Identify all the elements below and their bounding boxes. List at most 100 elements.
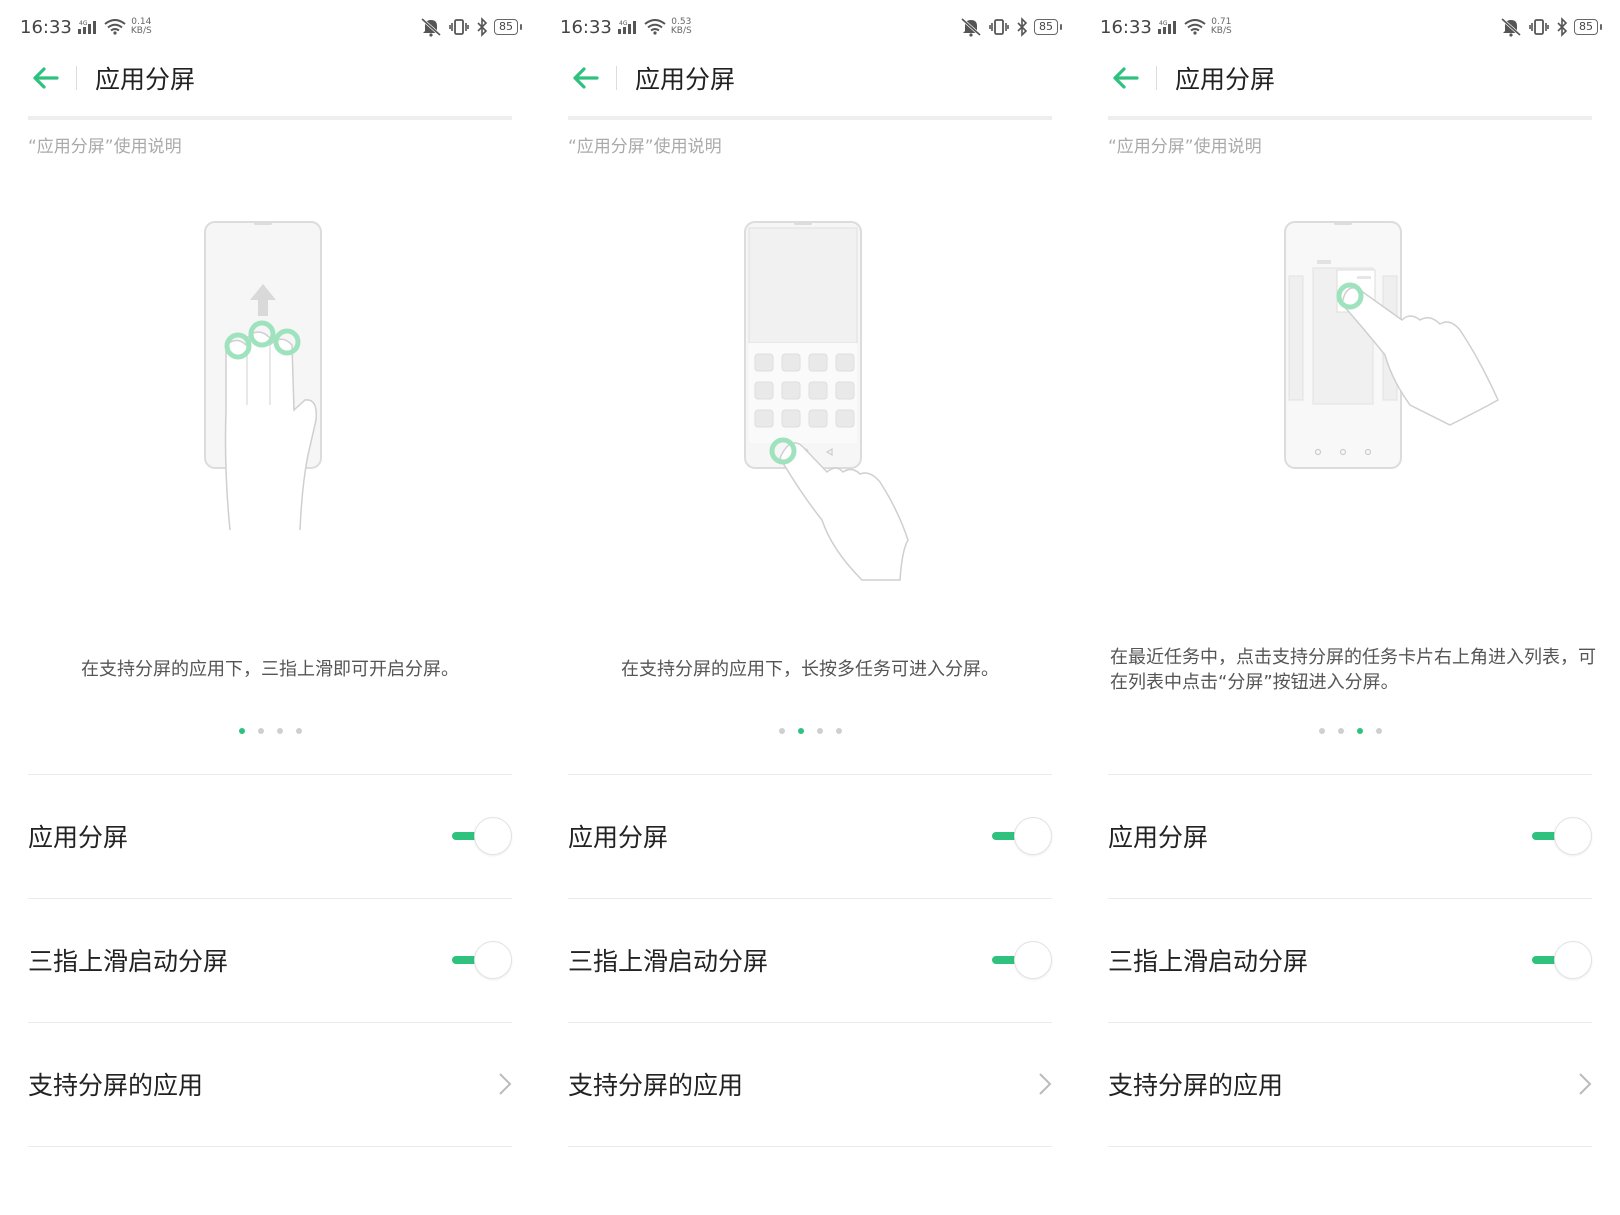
- supported-apps-row[interactable]: 支持分屏的应用: [1108, 1024, 1592, 1144]
- page-dot: [276, 728, 283, 734]
- setting-label: 三指上滑启动分屏: [568, 947, 769, 976]
- app-header: 应用分屏: [1108, 58, 1592, 98]
- page-dot: [1337, 728, 1344, 734]
- page-title: 应用分屏: [1175, 65, 1276, 94]
- supported-apps-row[interactable]: 支持分屏的应用: [568, 1024, 1052, 1144]
- bluetooth-icon: [1557, 17, 1568, 37]
- section-divider: [568, 1022, 1052, 1023]
- section-divider: [28, 1146, 512, 1147]
- header-separator: [1108, 116, 1592, 120]
- page-indicator: [1080, 728, 1620, 734]
- setting-label: 三指上滑启动分屏: [1108, 947, 1309, 976]
- bluetooth-icon: [477, 17, 488, 37]
- back-button[interactable]: [28, 61, 62, 95]
- signal-icon: 4G: [1157, 20, 1176, 34]
- phone-screen-3: 16:33 4G 0.71 KB/S 85 应用分屏 “应用分屏”使用说明 在最…: [1080, 0, 1620, 1215]
- three-finger-toggle[interactable]: [1530, 941, 1592, 979]
- tutorial-caption: 在支持分屏的应用下，长按多任务可进入分屏。: [621, 659, 999, 680]
- status-bar: 16:33 4G 0.53 KB/S 85: [560, 14, 1062, 40]
- three-finger-setting[interactable]: 三指上滑启动分屏: [1108, 900, 1592, 1020]
- status-bar: 16:33 4G 0.71 KB/S 85: [1100, 14, 1602, 40]
- page-dot: [797, 728, 804, 734]
- three-finger-toggle[interactable]: [990, 941, 1052, 979]
- split-screen-toggle[interactable]: [1530, 817, 1592, 855]
- status-time: 16:33: [560, 16, 612, 38]
- three-finger-setting[interactable]: 三指上滑启动分屏: [568, 900, 1052, 1020]
- header-separator: [568, 116, 1052, 120]
- svg-text:4G: 4G: [1159, 20, 1168, 27]
- section-divider: [1108, 1022, 1592, 1023]
- back-button[interactable]: [1108, 61, 1142, 95]
- page-title: 应用分屏: [635, 65, 736, 94]
- split-screen-setting[interactable]: 应用分屏: [568, 776, 1052, 896]
- setting-label: 支持分屏的应用: [1108, 1071, 1284, 1100]
- status-bar: 16:33 4G 0.14 KB/S 85: [20, 14, 522, 40]
- three-finger-toggle[interactable]: [450, 941, 512, 979]
- battery-indicator: 85: [494, 19, 522, 35]
- page-dot: [257, 728, 264, 734]
- header-divider: [1156, 66, 1157, 90]
- back-arrow-icon: [1113, 67, 1139, 89]
- back-button[interactable]: [568, 61, 602, 95]
- three-finger-setting[interactable]: 三指上滑启动分屏: [28, 900, 512, 1020]
- wifi-icon: [1184, 19, 1206, 35]
- back-arrow-icon: [573, 67, 599, 89]
- header-divider: [616, 66, 617, 90]
- recent-tasks-illustration: [1284, 221, 1499, 469]
- chevron-right-icon: [1579, 1073, 1592, 1095]
- setting-label: 应用分屏: [1108, 823, 1209, 852]
- section-divider: [568, 898, 1052, 899]
- back-arrow-icon: [33, 67, 59, 89]
- page-indicator: [0, 728, 540, 734]
- svg-text:4G: 4G: [619, 20, 628, 27]
- phone-screen-1: 16:33 4G 0.14 KB/S 85 应用分屏 “应用分屏”使用说明 在支…: [0, 0, 540, 1215]
- tutorial-caption: 在支持分屏的应用下，三指上滑即可开启分屏。: [81, 659, 459, 680]
- split-screen-toggle[interactable]: [450, 817, 512, 855]
- header-divider: [76, 66, 77, 90]
- page-dot: [778, 728, 785, 734]
- section-divider: [28, 898, 512, 899]
- setting-label: 应用分屏: [28, 823, 129, 852]
- tutorial-caption: 在最近任务中，点击支持分屏的任务卡片右上角进入列表，可在列表中点击“分屏”按钮进…: [1110, 647, 1596, 693]
- page-indicator: [540, 728, 1080, 734]
- usage-guide-label: “应用分屏”使用说明: [1108, 137, 1262, 157]
- battery-indicator: 85: [1574, 19, 1602, 35]
- bluetooth-icon: [1017, 17, 1028, 37]
- setting-label: 三指上滑启动分屏: [28, 947, 229, 976]
- network-speed: 0.71 KB/S: [1210, 17, 1232, 36]
- page-dot: [816, 728, 823, 734]
- header-separator: [28, 116, 512, 120]
- section-divider: [1108, 1146, 1592, 1147]
- long-press-multitask-illustration: [744, 221, 909, 581]
- mute-icon: [961, 17, 981, 37]
- wifi-icon: [644, 19, 666, 35]
- setting-label: 支持分屏的应用: [28, 1071, 204, 1100]
- chevron-right-icon: [499, 1073, 512, 1095]
- setting-label: 支持分屏的应用: [568, 1071, 744, 1100]
- page-dot: [295, 728, 302, 734]
- split-screen-toggle[interactable]: [990, 817, 1052, 855]
- section-divider: [28, 1022, 512, 1023]
- supported-apps-row[interactable]: 支持分屏的应用: [28, 1024, 512, 1144]
- chevron-right-icon: [1039, 1073, 1052, 1095]
- phone-screen-2: 16:33 4G 0.53 KB/S 85 应用分屏 “应用分屏”使用说明 在支…: [540, 0, 1080, 1215]
- section-divider: [568, 774, 1052, 775]
- page-dot: [1375, 728, 1382, 734]
- usage-guide-label: “应用分屏”使用说明: [28, 137, 182, 157]
- app-header: 应用分屏: [568, 58, 1052, 98]
- section-divider: [1108, 774, 1592, 775]
- svg-text:4G: 4G: [79, 20, 88, 27]
- usage-guide-label: “应用分屏”使用说明: [568, 137, 722, 157]
- page-dot: [1356, 728, 1363, 734]
- screens-row: 16:33 4G 0.14 KB/S 85 应用分屏 “应用分屏”使用说明 在支…: [0, 0, 1620, 1215]
- signal-icon: 4G: [77, 20, 96, 34]
- status-time: 16:33: [20, 16, 72, 38]
- signal-icon: 4G: [617, 20, 636, 34]
- page-title: 应用分屏: [95, 65, 196, 94]
- vibrate-icon: [1529, 19, 1549, 35]
- section-divider: [568, 1146, 1052, 1147]
- split-screen-setting[interactable]: 应用分屏: [1108, 776, 1592, 896]
- app-header: 应用分屏: [28, 58, 512, 98]
- page-dot: [238, 728, 245, 734]
- split-screen-setting[interactable]: 应用分屏: [28, 776, 512, 896]
